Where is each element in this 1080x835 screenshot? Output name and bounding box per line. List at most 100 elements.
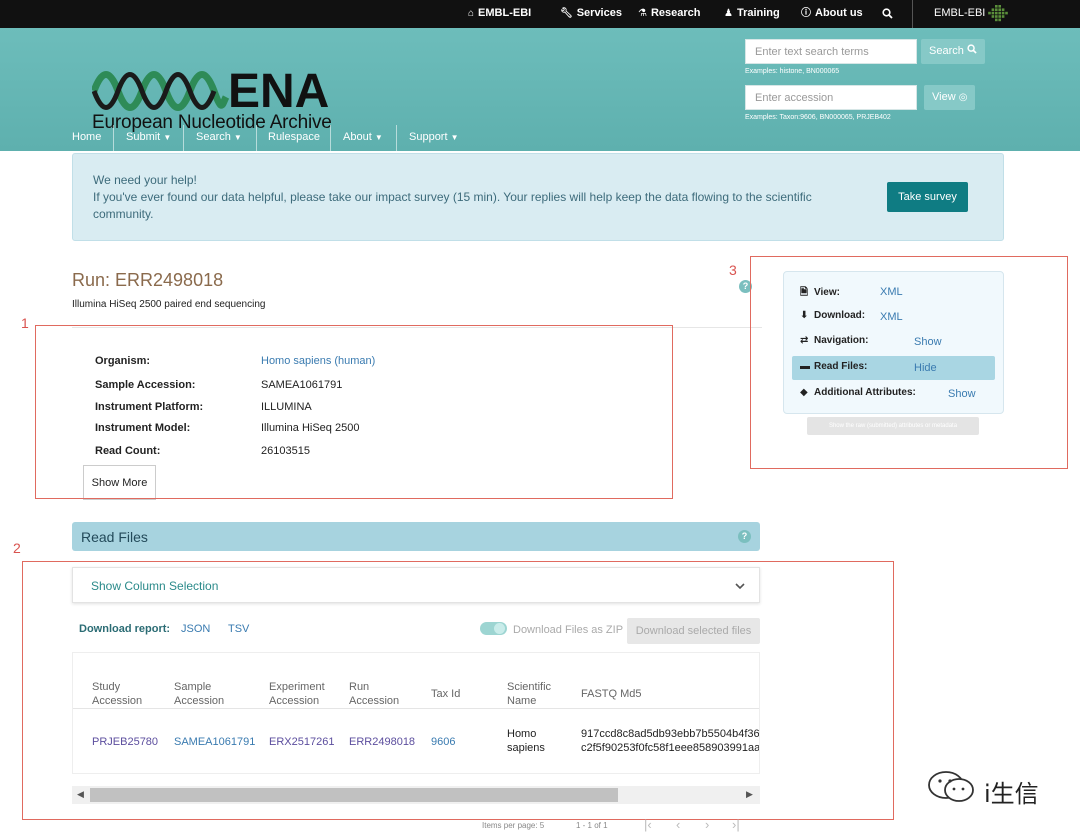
caret-down-icon: ▼ bbox=[450, 133, 459, 142]
scrollbar-thumb[interactable] bbox=[90, 788, 618, 802]
watermark-text: i生信 bbox=[984, 780, 1039, 808]
pager-range: 1 - 1 of 1 bbox=[576, 821, 608, 830]
annotation-box-1 bbox=[35, 325, 673, 499]
zip-toggle-label: Download Files as ZIP bbox=[513, 624, 624, 636]
logo-wordmark: ENA bbox=[228, 67, 329, 113]
download-json-link[interactable]: JSON bbox=[181, 623, 210, 635]
nav-submit[interactable]: Submit ▼ bbox=[126, 125, 171, 151]
download-xml-link[interactable]: XML bbox=[880, 311, 903, 323]
tags-icon: ◆ bbox=[800, 387, 808, 398]
column-header-run-accession[interactable]: Run Accession bbox=[349, 680, 399, 708]
nav-rulespace[interactable]: Rulespace bbox=[268, 125, 320, 151]
scroll-right-arrow-icon[interactable]: ▶ bbox=[746, 789, 753, 800]
info-row-view: 🗎︎ View: bbox=[800, 285, 840, 305]
caret-down-icon: ▼ bbox=[374, 133, 383, 142]
topbar-item-services[interactable]: 🔧︎ Services bbox=[560, 0, 622, 28]
nav-divider bbox=[113, 125, 114, 151]
read-files-title: Read Files bbox=[81, 529, 148, 545]
dna-helix-icon bbox=[92, 71, 230, 111]
read-files-table: Study Accession Sample Accession Experimen… bbox=[72, 652, 760, 774]
topbar-item-research[interactable]: ⚗ Research bbox=[638, 0, 701, 28]
info-row-navigation: ⇄ Navigation: bbox=[800, 335, 869, 346]
nav-search[interactable]: Search ▼ bbox=[196, 125, 242, 151]
arrows-icon: ⇄ bbox=[800, 335, 809, 346]
column-header-fastq-md5[interactable]: FASTQ Md5 bbox=[581, 687, 642, 701]
prev-page-icon[interactable]: ‹ bbox=[676, 817, 680, 832]
column-header-sample-accession[interactable]: Sample Accession bbox=[174, 680, 224, 708]
info-row-read-files: ▬ Read Files: bbox=[800, 361, 868, 372]
column-header-tax-id[interactable]: Tax Id bbox=[431, 687, 460, 701]
cell-study-accession[interactable]: PRJEB25780 bbox=[92, 735, 158, 749]
column-header-scientific-name[interactable]: Scientific Name bbox=[507, 680, 551, 708]
download-icon: ⬇ bbox=[800, 310, 809, 321]
flask-icon: ⚗ bbox=[638, 8, 647, 19]
column-selection-label: Show Column Selection bbox=[91, 579, 219, 593]
cell-sample-accession[interactable]: SAMEA1061791 bbox=[174, 735, 255, 749]
cell-experiment-accession[interactable]: ERX2517261 bbox=[269, 735, 334, 749]
nav-about[interactable]: About ▼ bbox=[343, 125, 383, 151]
cell-fastq-md5: 917ccd8c8ad5db93ebb7b5504b4f3670 c2f5f902… bbox=[581, 728, 760, 754]
last-page-icon[interactable]: ›| bbox=[732, 817, 740, 832]
table-divider bbox=[73, 708, 759, 709]
caret-down-icon: ▼ bbox=[233, 133, 242, 142]
training-icon: ♟ bbox=[724, 8, 733, 19]
column-header-study-accession[interactable]: Study Accession bbox=[92, 680, 142, 708]
info-row-download: ⬇ Download: bbox=[800, 310, 866, 321]
site-header: ENA European Nucleotide Archive Enter te… bbox=[0, 28, 1080, 151]
folder-icon: ▬ bbox=[800, 361, 810, 372]
eye-circle-icon: ◎ bbox=[958, 92, 968, 103]
help-icon[interactable]: ? bbox=[738, 530, 751, 543]
search-icon bbox=[882, 8, 893, 19]
take-survey-button[interactable]: Take survey bbox=[887, 182, 968, 212]
topbar-divider bbox=[912, 0, 913, 28]
accession-input[interactable]: Enter accession bbox=[745, 85, 917, 110]
read-files-header: Read Files ? bbox=[72, 522, 760, 551]
text-search-button[interactable]: Search bbox=[921, 39, 985, 64]
cell-scientific-name: Homo sapiens bbox=[507, 728, 545, 754]
annotation-number-2: 2 bbox=[13, 540, 21, 556]
read-files-hide-link[interactable]: Hide bbox=[914, 362, 937, 374]
nav-support[interactable]: Support ▼ bbox=[409, 125, 459, 151]
zip-toggle[interactable] bbox=[480, 622, 507, 635]
topbar-item-about-us[interactable]: ⓘ About us bbox=[801, 0, 863, 28]
topbar-brand[interactable]: EMBL-EBI bbox=[934, 0, 985, 28]
view-xml-link[interactable]: XML bbox=[880, 286, 903, 298]
next-page-icon[interactable]: › bbox=[705, 817, 709, 832]
download-selected-files-button[interactable]: Download selected files bbox=[627, 618, 760, 644]
topbar-item-embl-ebi[interactable]: ⌂ EMBL-EBI bbox=[468, 0, 531, 28]
chevron-down-icon bbox=[735, 583, 745, 590]
topbar-item-training[interactable]: ♟ Training bbox=[724, 0, 780, 28]
top-bar: ⌂ EMBL-EBI 🔧︎ Services ⚗ Research ♟ Training… bbox=[0, 0, 1080, 28]
annotation-number-3: 3 bbox=[729, 262, 737, 278]
topbar-search-button[interactable] bbox=[882, 0, 893, 28]
nav-divider bbox=[396, 125, 397, 151]
cell-run-accession[interactable]: ERR2498018 bbox=[349, 735, 415, 749]
caret-down-icon: ▼ bbox=[163, 133, 172, 142]
info-row-additional-attributes: ◆ Additional Attributes: bbox=[800, 387, 916, 398]
download-tsv-link[interactable]: TSV bbox=[228, 623, 249, 635]
scroll-left-arrow-icon[interactable]: ◀ bbox=[77, 789, 84, 800]
annotation-number-1: 1 bbox=[21, 315, 29, 331]
watermark: i生信 bbox=[926, 770, 1039, 809]
survey-alert: We need your help! If you've ever found … bbox=[72, 153, 1004, 241]
nav-home[interactable]: Home bbox=[72, 125, 101, 151]
show-raw-attributes-button[interactable]: Show the raw (submitted) attributes or m… bbox=[807, 417, 979, 435]
column-selection-toggle[interactable]: Show Column Selection bbox=[72, 567, 760, 603]
accession-view-button[interactable]: View ◎ bbox=[924, 85, 976, 110]
wechat-icon bbox=[928, 771, 974, 802]
first-page-icon[interactable]: |‹ bbox=[644, 817, 652, 832]
run-subtitle: Illumina HiSeq 2500 paired end sequencin… bbox=[72, 299, 266, 310]
items-per-page-label[interactable]: Items per page: 5 bbox=[482, 821, 544, 830]
wrench-icon: 🔧︎ bbox=[560, 8, 573, 19]
download-report-label: Download report: bbox=[79, 623, 171, 635]
toggle-knob bbox=[494, 623, 505, 634]
ena-logo[interactable]: ENA bbox=[92, 67, 344, 113]
alert-body: If you've ever found our data helpful, p… bbox=[93, 190, 812, 221]
navigation-show-link[interactable]: Show bbox=[914, 336, 942, 348]
cell-tax-id[interactable]: 9606 bbox=[431, 735, 455, 749]
additional-attributes-show-link[interactable]: Show bbox=[948, 388, 976, 400]
horizontal-scrollbar[interactable]: ◀ ▶ bbox=[72, 786, 760, 804]
text-search-input[interactable]: Enter text search terms bbox=[745, 39, 917, 64]
text-search-examples: Examples: histone, BN000065 bbox=[745, 68, 840, 75]
column-header-experiment-accession[interactable]: Experiment Accession bbox=[269, 680, 325, 708]
